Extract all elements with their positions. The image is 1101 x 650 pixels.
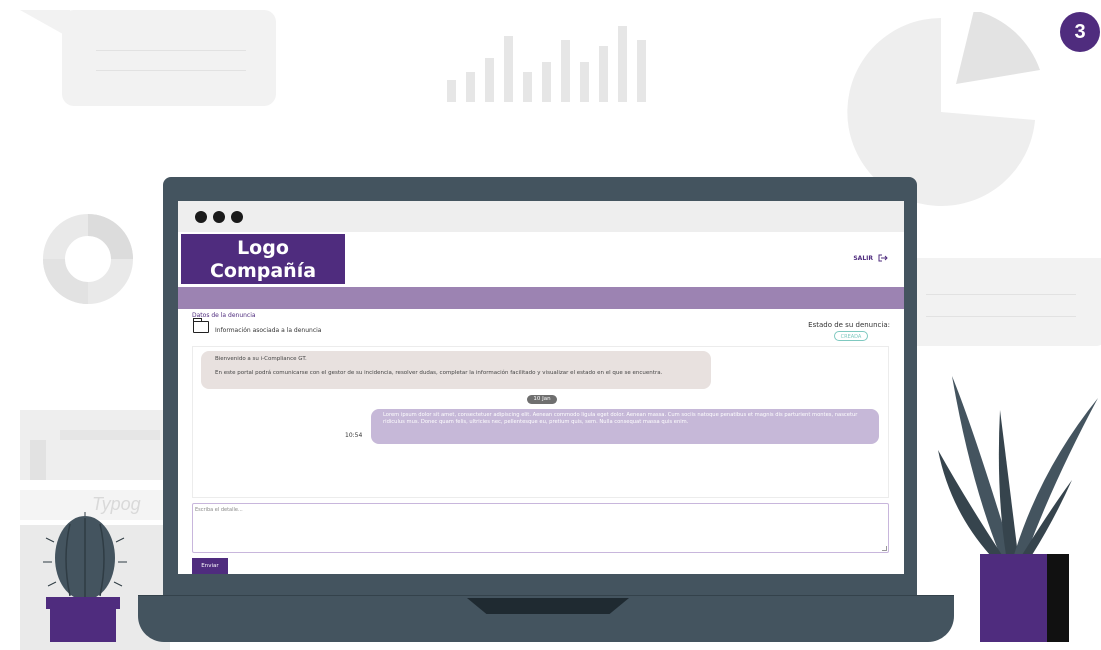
folder-icon (193, 318, 209, 333)
status-label: Estado de su denuncia: (808, 321, 890, 329)
browser-toolbar (178, 201, 904, 232)
logo-line: Logo (237, 237, 289, 259)
welcome-line: Bienvenido a su i-Compliance GT. (215, 356, 307, 362)
donut-chart-decor (43, 214, 133, 304)
bar-chart-decor (447, 26, 662, 102)
app-screen: Logo Compañía SALIR Datos de la denuncia… (178, 232, 904, 574)
speech-bubble-decor (62, 10, 276, 106)
decor-line (96, 70, 246, 71)
date-separator: 10 Jan (527, 395, 557, 404)
cactus-decor (43, 512, 127, 600)
speech-bubble-tail-decor (1072, 258, 1101, 284)
outgoing-message: Lorem ipsum dolor sit amet, consectetuer… (371, 409, 879, 444)
plant-decor (938, 376, 1098, 555)
company-logo[interactable]: Logo Compañía (181, 234, 345, 284)
logout-link[interactable]: SALIR (853, 255, 873, 262)
window-dot-icon (231, 211, 243, 223)
welcome-text: En este portal podrá comunicarse con el … (215, 370, 663, 376)
resize-handle-icon[interactable] (882, 546, 887, 551)
info-label: Información asociada a la denuncia (215, 327, 322, 334)
detail-textarea[interactable]: Escriba el detalle... (192, 503, 889, 553)
plant-pot-shadow (1047, 554, 1069, 642)
chat-panel[interactable]: Bienvenido a su i-Compliance GT. En este… (192, 346, 889, 498)
window-dot-icon (195, 211, 207, 223)
decor-line (96, 50, 246, 51)
window-dot-icon (213, 211, 225, 223)
laptop-notch (467, 598, 629, 614)
step-number-badge: 3 (1060, 12, 1100, 52)
logo-line: Compañía (209, 260, 317, 282)
incoming-message: Bienvenido a su i-Compliance GT. En este… (201, 351, 711, 389)
header-band (178, 287, 904, 309)
textarea-placeholder: Escriba el detalle... (195, 507, 243, 513)
cactus-pot (50, 597, 116, 642)
status-badge: CREADA (834, 331, 868, 341)
send-button[interactable]: Enviar (192, 558, 228, 574)
message-time: 10:54 (345, 432, 363, 439)
logout-icon[interactable] (878, 254, 888, 264)
